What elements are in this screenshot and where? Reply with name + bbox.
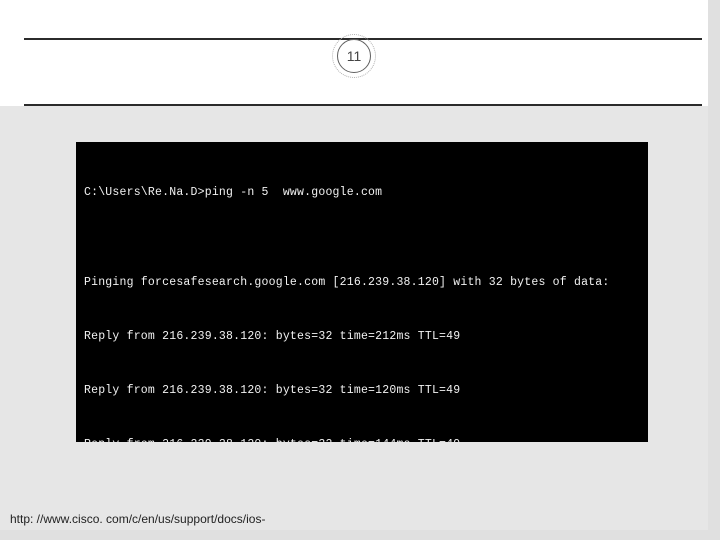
command-prompt-screenshot: C:\Users\Re.Na.D>ping -n 5 www.google.co… [76,142,648,442]
footer-url: http: //www.cisco. com/c/en/us/support/d… [10,512,265,526]
terminal-line: Reply from 216.239.38.120: bytes=32 time… [84,436,640,442]
terminal-line: Reply from 216.239.38.120: bytes=32 time… [84,382,640,400]
slide-header-band: 11 [0,0,708,106]
terminal-line: C:\Users\Re.Na.D>ping -n 5 www.google.co… [84,184,640,202]
terminal-line: Pinging forcesafesearch.google.com [216.… [84,274,640,292]
slide-body: C:\Users\Re.Na.D>ping -n 5 www.google.co… [0,106,708,530]
page-number: 11 [347,48,362,64]
terminal-line: Reply from 216.239.38.120: bytes=32 time… [84,328,640,346]
slide: 11 C:\Users\Re.Na.D>ping -n 5 www.google… [0,0,708,530]
page-number-badge: 11 [337,39,371,73]
